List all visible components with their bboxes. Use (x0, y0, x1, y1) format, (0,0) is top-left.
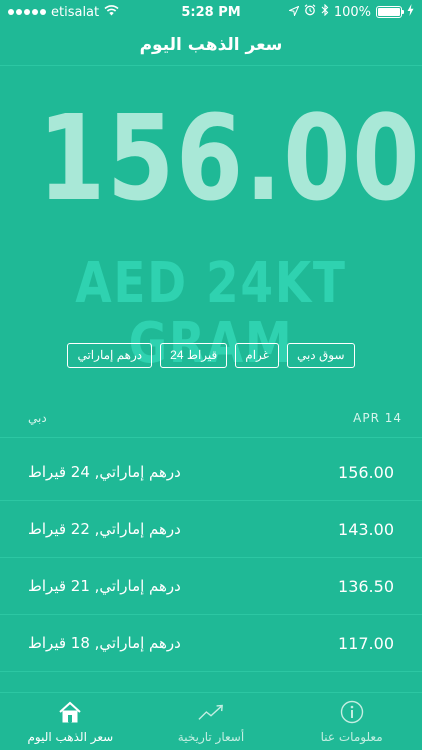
list-item[interactable]: درهم إماراتي, 21 قيراط 136.50 (0, 558, 422, 615)
hero-unit: AED 24KT GRAM (75, 251, 347, 376)
chip-karat[interactable]: قيراط 24 (160, 343, 228, 368)
filter-chips: درهم إماراتي قيراط 24 غرام سوق دبي (0, 343, 422, 368)
battery-icon (376, 6, 404, 18)
row-price: 117.00 (338, 633, 394, 653)
tab-about-us[interactable]: معلومات عنا (282, 699, 422, 744)
alarm-icon (304, 4, 316, 20)
info-icon (339, 699, 365, 725)
list-region: دبي (28, 410, 47, 425)
tab-label: أسعار تاريخية (177, 730, 245, 744)
status-left: etisalat (8, 5, 119, 20)
status-right: 100% (287, 3, 414, 20)
home-icon (57, 699, 83, 725)
bluetooth-icon (321, 3, 329, 20)
list-header: دبي APR 14 (0, 398, 422, 438)
row-label: درهم إماراتي, 24 قيراط (28, 463, 181, 481)
row-price: 143.00 (338, 519, 394, 539)
chip-currency[interactable]: درهم إماراتي (67, 343, 153, 368)
navigation-bar: سعر الذهب اليوم (0, 24, 422, 66)
tab-today-price[interactable]: سعر الذهب اليوم (0, 699, 140, 744)
hero-price: 156.00 (37, 89, 422, 227)
list-date: APR 14 (353, 410, 402, 425)
list-item[interactable]: درهم إماراتي, 24 قيراط 156.00 (0, 444, 422, 501)
trend-chart-icon (198, 699, 224, 725)
charging-icon (407, 4, 414, 20)
row-label: درهم إماراتي, 18 قيراط (28, 634, 181, 652)
battery-percent: 100% (333, 4, 371, 20)
location-icon (287, 5, 300, 20)
row-price: 136.50 (338, 576, 394, 596)
tab-historical-prices[interactable]: أسعار تاريخية (141, 699, 281, 744)
tab-label: معلومات عنا (320, 730, 383, 744)
wifi-icon (104, 4, 119, 20)
price-list: درهم إماراتي, 24 قيراط 156.00 درهم إمارا… (0, 444, 422, 672)
page-title: سعر الذهب اليوم (139, 34, 283, 55)
tab-label: سعر الذهب اليوم (27, 730, 114, 744)
row-label: درهم إماراتي, 21 قيراط (28, 577, 181, 595)
chip-weight-unit[interactable]: غرام (235, 343, 279, 368)
tab-bar: سعر الذهب اليوم أسعار تاريخية معلومات عن… (0, 692, 422, 750)
chip-market[interactable]: سوق دبي (286, 343, 355, 368)
row-price: 156.00 (338, 462, 394, 482)
row-label: درهم إماراتي, 22 قيراط (28, 520, 181, 538)
list-item[interactable]: درهم إماراتي, 22 قيراط 143.00 (0, 501, 422, 558)
signal-icon (8, 9, 46, 15)
status-bar: etisalat 5:28 PM 100% (0, 0, 422, 24)
carrier-name: etisalat (51, 4, 100, 20)
list-item[interactable]: درهم إماراتي, 18 قيراط 117.00 (0, 615, 422, 672)
